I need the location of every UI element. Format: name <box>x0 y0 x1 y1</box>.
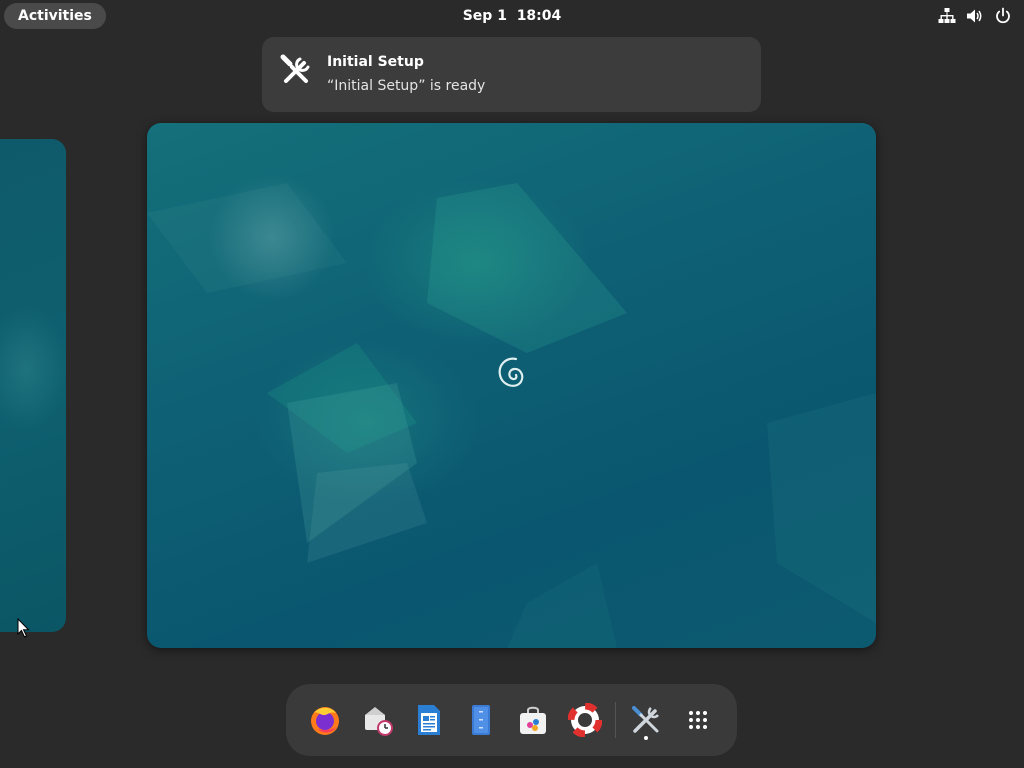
volume-icon[interactable] <box>966 6 984 26</box>
dash-separator <box>615 702 616 738</box>
dash <box>286 684 737 756</box>
network-icon[interactable] <box>938 6 956 26</box>
tools-icon[interactable] <box>626 700 666 740</box>
clock: Sep 1 18:04 <box>0 0 1024 32</box>
activities-button[interactable]: Activities <box>4 3 106 29</box>
files-icon[interactable] <box>461 700 501 740</box>
workspace-thumbnail-left[interactable] <box>0 139 66 632</box>
notification-title: Initial Setup <box>327 54 424 70</box>
writer-icon[interactable] <box>409 700 449 740</box>
software-bag-icon[interactable] <box>513 700 553 740</box>
firefox-icon[interactable] <box>305 700 345 740</box>
notification-banner[interactable]: Initial Setup “Initial Setup” is ready <box>262 37 761 112</box>
clock-button[interactable]: Sep 1 18:04 <box>463 8 562 24</box>
system-tray[interactable] <box>938 6 1012 26</box>
clock-date: Sep 1 <box>462 8 507 24</box>
clock-time: 18:04 <box>516 8 562 24</box>
tools-icon <box>278 53 314 89</box>
mail-clock-icon[interactable] <box>357 700 397 740</box>
debian-swirl-icon <box>496 355 530 393</box>
top-bar: Activities Sep 1 18:04 <box>0 0 1024 32</box>
app-grid-icon[interactable] <box>678 700 718 740</box>
lifebuoy-icon[interactable] <box>565 700 605 740</box>
notification-body: “Initial Setup” is ready <box>327 78 486 94</box>
power-icon[interactable] <box>994 6 1012 26</box>
mouse-pointer-icon <box>17 617 31 638</box>
running-indicator <box>644 736 648 740</box>
